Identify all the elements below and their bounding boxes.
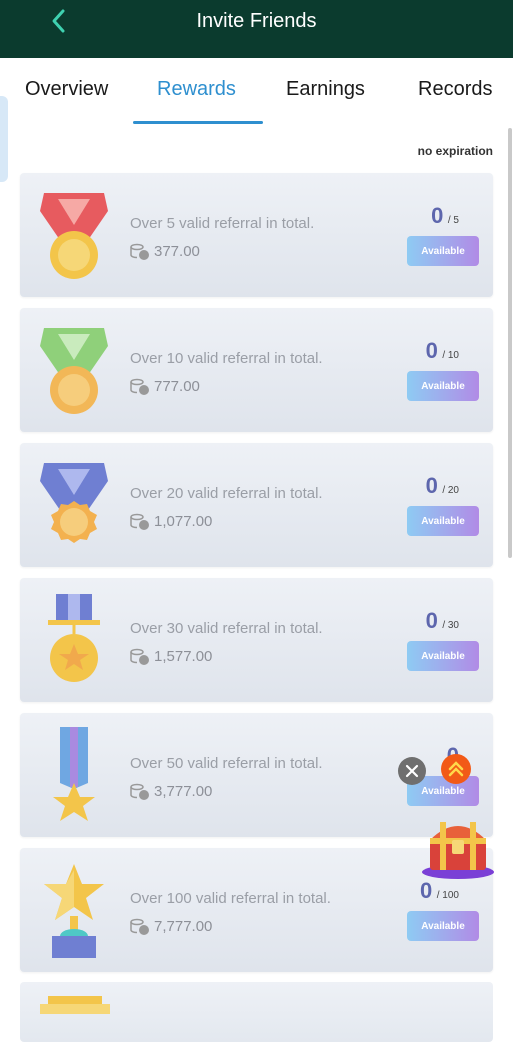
tab-rewards[interactable]: Rewards (157, 78, 236, 101)
reward-amount: 377.00 (154, 243, 200, 260)
coin-stack-icon (130, 243, 149, 260)
referral-progress: 0 / 5 (431, 203, 459, 229)
claim-button[interactable]: Available (407, 236, 479, 266)
green-ribbon-medal-icon (40, 328, 108, 414)
reward-card: Over 20 valid referral in total. 1,077.0… (20, 443, 493, 567)
referral-progress: 0 / 100 (420, 878, 459, 904)
blue-ribbon-medal-icon (40, 463, 108, 543)
coin-stack-icon (130, 378, 149, 395)
claim-button[interactable]: Available (407, 506, 479, 536)
reward-condition: Over 30 valid referral in total. (130, 620, 323, 637)
reward-card-partial (20, 982, 493, 1042)
reward-amount: 7,777.00 (154, 918, 213, 935)
coin-stack-icon (130, 783, 149, 800)
tab-earnings[interactable]: Earnings (286, 78, 365, 101)
progress-current: 0 (425, 608, 438, 633)
reward-amount: 1,077.00 (154, 513, 213, 530)
treasure-chest-icon[interactable] (420, 810, 496, 880)
tab-overview[interactable]: Overview (25, 78, 108, 101)
progress-total: / 20 (442, 485, 459, 496)
reward-amount: 3,777.00 (154, 783, 213, 800)
reward-card: Over 5 valid referral in total. 377.00 0… (20, 173, 493, 297)
progress-total: / 30 (442, 620, 459, 631)
referral-progress: 0 / 30 (426, 608, 459, 634)
reward-card: Over 10 valid referral in total. 777.00 … (20, 308, 493, 432)
reward-condition: Over 100 valid referral in total. (130, 890, 331, 907)
star-ribbon-icon (53, 727, 95, 821)
tab-bar: Overview Rewards Earnings Records (0, 58, 513, 126)
close-icon[interactable] (398, 757, 426, 785)
claim-button[interactable]: Available (407, 911, 479, 941)
star-trophy-icon (44, 864, 104, 958)
red-ribbon-medal-icon (40, 193, 108, 279)
side-drawer-handle[interactable] (0, 96, 8, 182)
reward-amount: 777.00 (154, 378, 200, 395)
page-title: Invite Friends (196, 10, 317, 32)
double-chevron-up-icon[interactable] (441, 754, 471, 784)
coin-stack-icon (130, 513, 149, 530)
progress-total: / 100 (436, 890, 459, 901)
reward-condition: Over 5 valid referral in total. (130, 215, 315, 232)
reward-condition: Over 50 valid referral in total. (130, 755, 323, 772)
scrollbar[interactable] (508, 128, 512, 558)
active-tab-indicator (133, 121, 263, 124)
coin-stack-icon (130, 648, 149, 665)
reward-condition: Over 20 valid referral in total. (130, 485, 323, 502)
tab-records[interactable]: Records (418, 78, 492, 101)
expiry-note: no expiration (417, 144, 493, 158)
reward-amount: 1,577.00 (154, 648, 213, 665)
progress-current: 0 (425, 338, 438, 363)
progress-total: / 10 (442, 350, 459, 361)
progress-total: / 5 (447, 215, 459, 226)
star-medal-icon (48, 594, 100, 682)
app-header: Invite Friends (0, 0, 513, 58)
progress-current: 0 (420, 878, 433, 903)
claim-button[interactable]: Available (407, 641, 479, 671)
referral-progress: 0 / 20 (426, 473, 459, 499)
reward-card: Over 30 valid referral in total. 1,577.0… (20, 578, 493, 702)
progress-current: 0 (431, 203, 444, 228)
medal-top-icon (40, 996, 110, 1014)
reward-condition: Over 10 valid referral in total. (130, 350, 323, 367)
claim-button[interactable]: Available (407, 371, 479, 401)
coin-stack-icon (130, 918, 149, 935)
progress-current: 0 (425, 473, 438, 498)
referral-progress: 0 / 10 (426, 338, 459, 364)
